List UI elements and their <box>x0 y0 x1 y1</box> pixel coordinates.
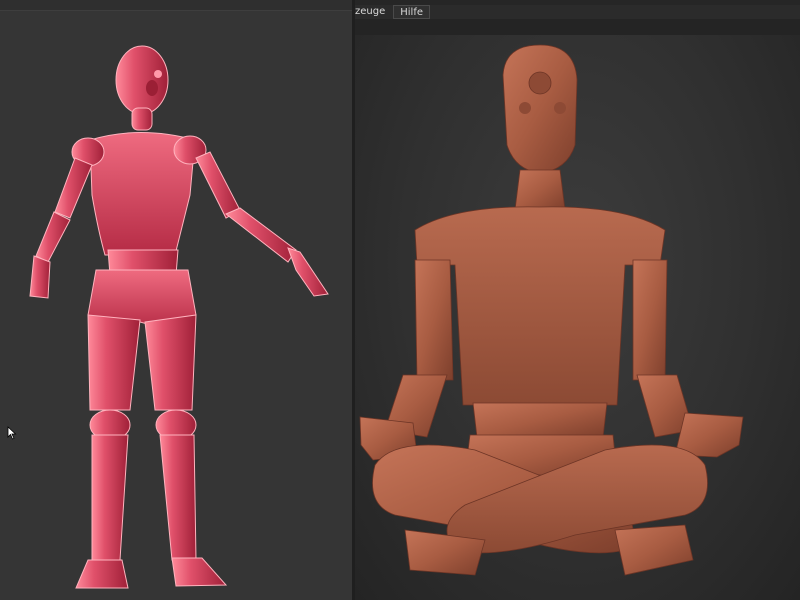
mouse-cursor-icon <box>7 426 17 440</box>
mannequin-left-foot <box>75 559 129 589</box>
mannequin-left-hand <box>29 255 51 299</box>
right-3d-viewport[interactable] <box>355 35 800 600</box>
mannequin-right-hand <box>287 247 329 297</box>
app-screen: zeuge Hilfe <box>0 0 800 600</box>
left-3d-viewport[interactable] <box>0 0 352 600</box>
meditating-mannequin-figure <box>359 44 744 576</box>
mannequin-right-foot <box>614 524 694 576</box>
left-viewport-header <box>0 0 352 11</box>
mannequin-right-foot <box>171 557 228 587</box>
right-application-window: zeuge Hilfe <box>355 0 800 600</box>
menu-item-werkzeuge[interactable]: zeuge <box>355 5 391 19</box>
menubar: zeuge Hilfe <box>355 5 800 19</box>
toolbar-strip <box>355 19 800 36</box>
menu-item-hilfe[interactable]: Hilfe <box>393 5 430 19</box>
mannequin-head <box>115 45 169 115</box>
standing-mannequin-figure <box>29 45 329 589</box>
